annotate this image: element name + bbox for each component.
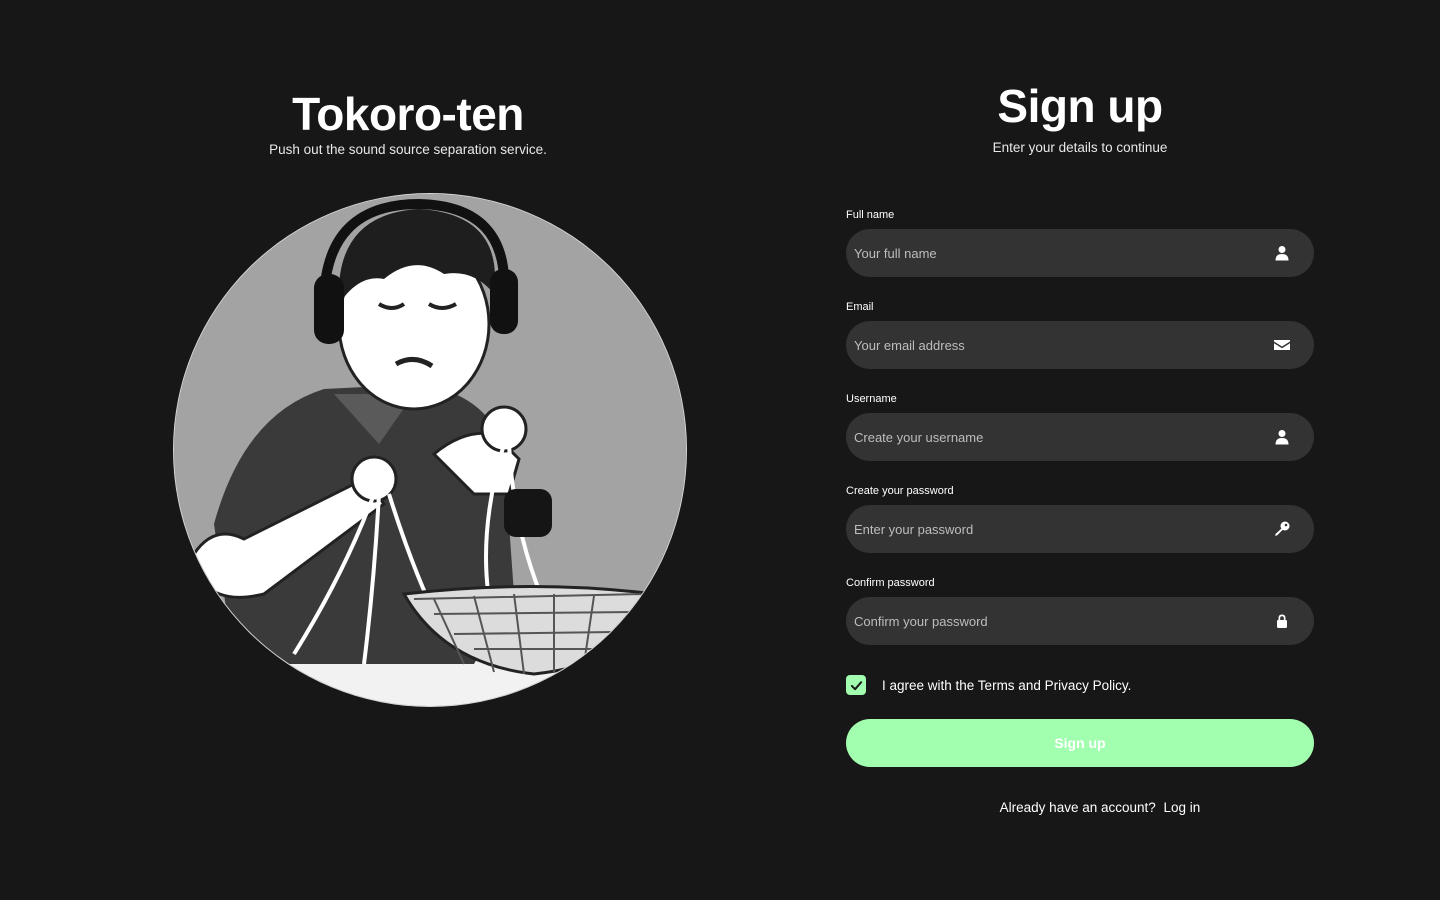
full-name-field: Full name bbox=[846, 209, 1314, 277]
user-icon bbox=[1274, 429, 1290, 445]
email-label: Email bbox=[846, 301, 874, 313]
email-input[interactable] bbox=[846, 321, 1314, 369]
username-input[interactable] bbox=[846, 413, 1314, 461]
confirm-password-input-box bbox=[846, 597, 1314, 645]
confirm-password-input[interactable] bbox=[846, 597, 1314, 645]
hero-illustration bbox=[174, 194, 686, 706]
terms-text: I agree with the Terms and Privacy Polic… bbox=[882, 677, 1132, 693]
password-label: Create your password bbox=[846, 485, 954, 497]
terms-agreement: I agree with the Terms and Privacy Polic… bbox=[846, 675, 1131, 695]
signup-page: Tokoro-ten Push out the sound source sep… bbox=[0, 0, 1440, 900]
full-name-input-box bbox=[846, 229, 1314, 277]
full-name-input[interactable] bbox=[846, 229, 1314, 277]
username-label: Username bbox=[846, 393, 897, 405]
login-link[interactable]: Log in bbox=[1164, 800, 1201, 815]
username-field: Username bbox=[846, 393, 1314, 461]
key-icon bbox=[1274, 521, 1290, 537]
password-input-box bbox=[846, 505, 1314, 553]
lock-icon bbox=[1274, 613, 1290, 629]
password-input[interactable] bbox=[846, 505, 1314, 553]
login-prompt-text: Already have an account? bbox=[999, 800, 1156, 815]
checkmark-icon bbox=[850, 680, 862, 690]
email-field: Email bbox=[846, 301, 1314, 369]
username-input-box bbox=[846, 413, 1314, 461]
user-icon bbox=[1274, 245, 1290, 261]
password-field: Create your password bbox=[846, 485, 1314, 553]
signup-button[interactable]: Sign up bbox=[846, 719, 1314, 767]
envelope-icon bbox=[1274, 337, 1290, 353]
confirm-password-field: Confirm password bbox=[846, 577, 1314, 645]
full-name-label: Full name bbox=[846, 209, 895, 221]
brand-header: Tokoro-ten Push out the sound source sep… bbox=[158, 88, 658, 157]
email-input-box bbox=[846, 321, 1314, 369]
signup-form: Sign up Enter your details to continue F… bbox=[846, 80, 1314, 815]
form-subtitle: Enter your details to continue bbox=[992, 140, 1168, 155]
login-prompt-line: Already have an account? Log in bbox=[846, 800, 1314, 815]
brand-title: Tokoro-ten bbox=[292, 88, 524, 140]
form-title: Sign up bbox=[997, 80, 1163, 132]
confirm-password-label: Confirm password bbox=[846, 577, 935, 589]
brand-tagline: Push out the sound source separation ser… bbox=[269, 142, 547, 157]
terms-checkbox[interactable] bbox=[846, 675, 866, 695]
